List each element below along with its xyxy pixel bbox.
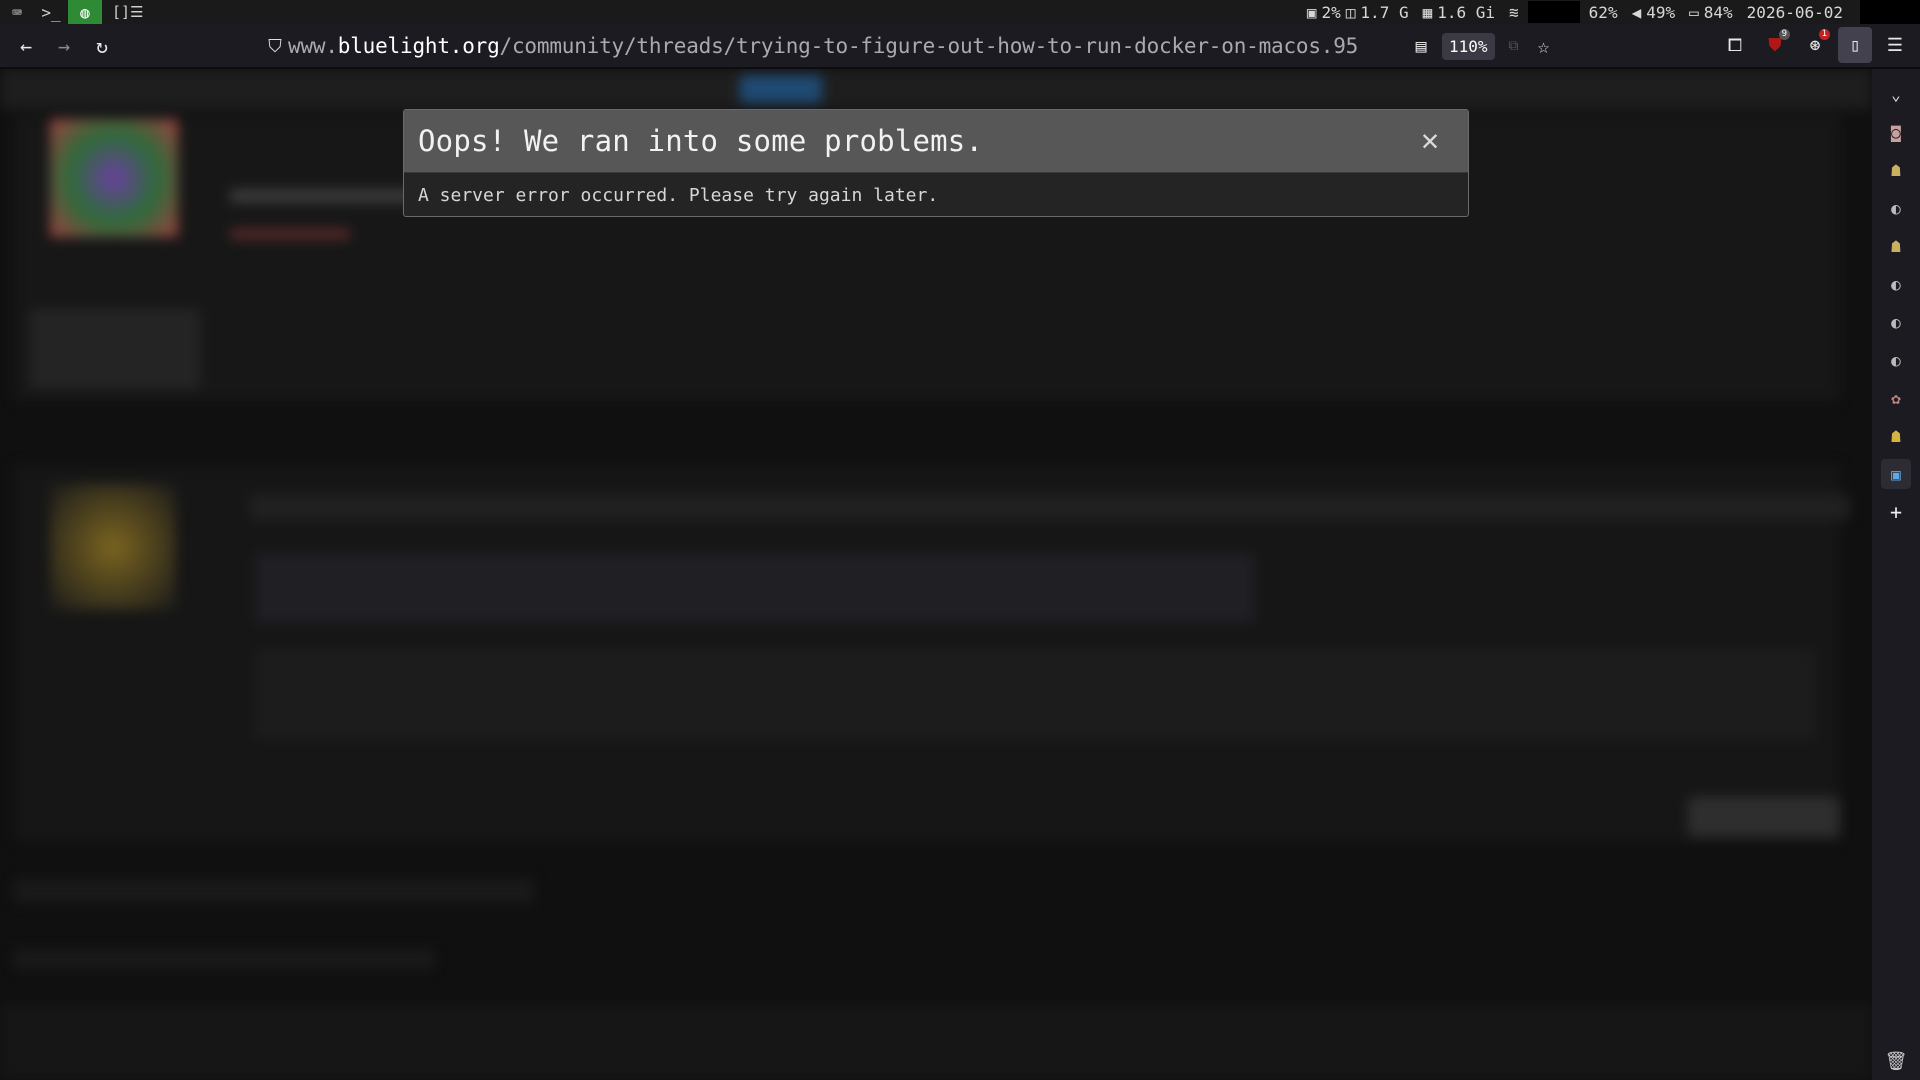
memory-icon: ▦ bbox=[1422, 2, 1433, 22]
sidebar-tab-favicon-1[interactable]: ◙ bbox=[1881, 117, 1911, 147]
translate-icon[interactable]: ⧉ bbox=[1499, 38, 1529, 54]
error-dialog-header: Oops! We ran into some problems. bbox=[404, 110, 1468, 172]
trash-icon[interactable]: 🗑 bbox=[1885, 1051, 1908, 1072]
sidebar-tab-favicon-9[interactable]: ☗ bbox=[1881, 421, 1911, 451]
sidebar-toggle-icon[interactable]: ▯ bbox=[1838, 27, 1872, 63]
browser-vertical-sidebar: ⌄ ◙ ☗ ◐ ☗ ◐ ◐ ◐ ✿ ☗ ▣ + 🗑 bbox=[1872, 69, 1920, 1080]
wifi-status[interactable]: ≋ bbox=[1502, 3, 1526, 22]
extensions-toolbar: ⧠ ⛊ 9 ⊛ 1 ▯ ☰ bbox=[1718, 27, 1920, 63]
ublock-badge: 9 bbox=[1778, 29, 1790, 40]
error-overlay: Oops! We ran into some problems. ✕ A ser… bbox=[0, 69, 1872, 1080]
system-status-bar: ⌨ >_ ◍ []☰ ▣ 2% ◫ 1.7 G ▦ 1.6 Gi ≋ 62% ◀… bbox=[0, 0, 1920, 24]
layout-icon[interactable]: []☰ bbox=[102, 3, 154, 21]
cpu-status: ▣ 2% ◫ 1.7 G bbox=[1300, 3, 1416, 22]
sidebar-tab-favicon-8[interactable]: ✿ bbox=[1881, 383, 1911, 413]
address-bar[interactable]: ⛉ www.bluelight.org/community/threads/tr… bbox=[262, 28, 1566, 64]
sidebar-tab-favicon-active[interactable]: ▣ bbox=[1881, 459, 1911, 489]
terminal-icon[interactable]: >_ bbox=[34, 0, 68, 24]
keyboard-icon[interactable]: ⌨ bbox=[0, 0, 34, 24]
zoom-level-button[interactable]: 110% bbox=[1442, 32, 1495, 60]
sidebar-new-tab-plus-icon[interactable]: + bbox=[1881, 497, 1911, 527]
sidebar-collapse-chevron-icon[interactable]: ⌄ bbox=[1881, 79, 1911, 109]
sidebar-tab-favicon-6[interactable]: ◐ bbox=[1881, 307, 1911, 337]
date-status: 2026-06-02 bbox=[1740, 3, 1850, 22]
cpu-value: 2% bbox=[1321, 2, 1341, 22]
reader-view-icon[interactable]: ▤ bbox=[1406, 36, 1436, 57]
cpu-icon: ▣ bbox=[1306, 2, 1317, 22]
error-dialog-title: Oops! We ran into some problems. bbox=[418, 124, 984, 158]
ublock-shield-icon[interactable]: ⛊ 9 bbox=[1758, 27, 1792, 63]
bookmark-star-icon[interactable]: ☆ bbox=[1529, 34, 1559, 58]
wifi-icon: ≋ bbox=[1509, 2, 1519, 22]
url-host: bluelight.org bbox=[337, 34, 500, 58]
memory-value: 1.6 Gi bbox=[1437, 2, 1496, 22]
volume-status[interactable]: ◀ 49% bbox=[1625, 3, 1683, 22]
sidebar-tab-favicon-3[interactable]: ◐ bbox=[1881, 193, 1911, 223]
globe-icon[interactable]: ◍ bbox=[68, 0, 102, 24]
sidebar-tab-favicon-4[interactable]: ☗ bbox=[1881, 231, 1911, 261]
cpu-freq-icon: ◫ bbox=[1345, 2, 1356, 22]
system-status: ▣ 2% ◫ 1.7 G ▦ 1.6 Gi ≋ 62% ◀ 49% ▭ 84% … bbox=[1300, 0, 1920, 24]
volume-value: 49% bbox=[1646, 2, 1676, 22]
memory-status: ▦ 1.6 Gi bbox=[1416, 3, 1502, 22]
url-text[interactable]: www.bluelight.org/community/threads/tryi… bbox=[288, 34, 1400, 58]
date-value: 2026-06-02 bbox=[1746, 2, 1843, 22]
cpu-freq-value: 1.7 G bbox=[1360, 2, 1409, 22]
brightness-status: 62% bbox=[1582, 3, 1625, 22]
navigation-buttons: ← → ↻ bbox=[0, 27, 121, 65]
speaker-icon: ◀ bbox=[1631, 2, 1642, 22]
error-dialog-message: A server error occurred. Please try agai… bbox=[418, 184, 939, 206]
tracking-shield-icon[interactable]: ⛉ bbox=[262, 36, 288, 57]
error-dialog: Oops! We ran into some problems. ✕ A ser… bbox=[403, 109, 1469, 217]
close-icon[interactable]: ✕ bbox=[1412, 120, 1448, 160]
browser-toolbar: ← → ↻ ⛉ www.bluelight.org/community/thre… bbox=[0, 24, 1920, 68]
extension-badge: 1 bbox=[1818, 29, 1830, 40]
url-path: /community/threads/trying-to-figure-out-… bbox=[499, 34, 1359, 58]
container-extension-icon[interactable]: ⊛ 1 bbox=[1798, 27, 1832, 63]
sidebar-tab-favicon-2[interactable]: ☗ bbox=[1881, 155, 1911, 185]
back-arrow-icon[interactable]: ← bbox=[7, 27, 45, 65]
reload-icon[interactable]: ↻ bbox=[83, 27, 121, 65]
forward-arrow-icon[interactable]: → bbox=[45, 27, 83, 65]
redacted-network-name bbox=[1527, 1, 1580, 23]
brightness-value: 62% bbox=[1588, 2, 1618, 22]
sidebar-tab-favicon-5[interactable]: ◐ bbox=[1881, 269, 1911, 299]
redacted-tray bbox=[1860, 0, 1920, 24]
menu-hamburger-icon[interactable]: ☰ bbox=[1878, 27, 1912, 63]
battery-status: ▭ 84% bbox=[1682, 3, 1740, 22]
url-prefix: www. bbox=[288, 34, 338, 58]
battery-value: 84% bbox=[1703, 2, 1733, 22]
extensions-puzzle-icon[interactable]: ⧠ bbox=[1718, 27, 1752, 63]
workspace-switcher: ⌨ >_ ◍ []☰ bbox=[0, 0, 154, 24]
battery-icon: ▭ bbox=[1689, 2, 1699, 22]
sidebar-tab-favicon-7[interactable]: ◐ bbox=[1881, 345, 1911, 375]
error-dialog-body: A server error occurred. Please try agai… bbox=[404, 172, 1468, 216]
